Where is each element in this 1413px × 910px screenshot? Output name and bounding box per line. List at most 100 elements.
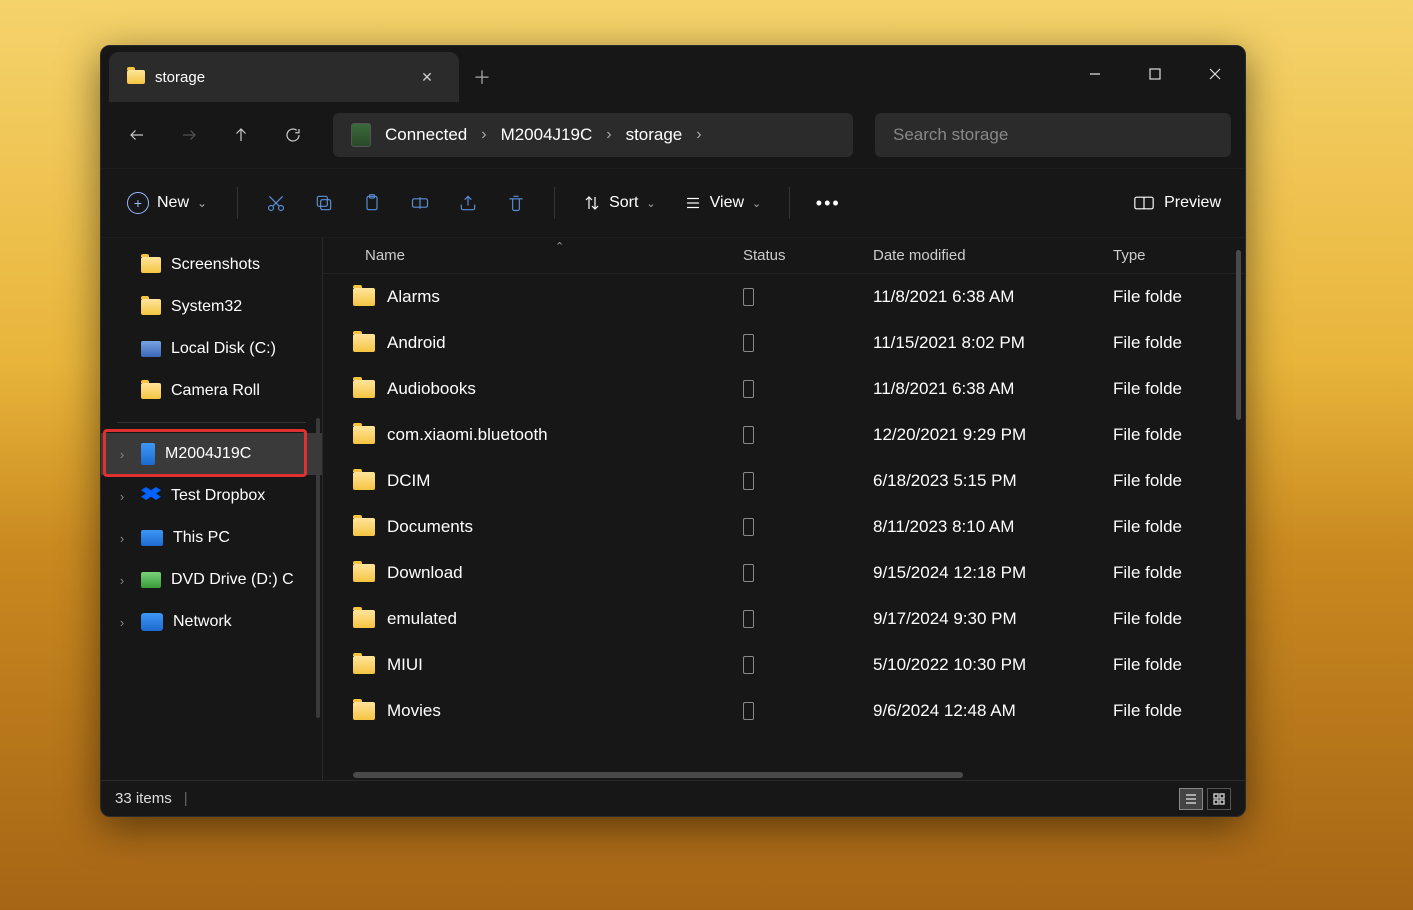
- table-row[interactable]: Download9/15/2024 12:18 PMFile folde: [323, 550, 1245, 596]
- vertical-scrollbar[interactable]: [1236, 250, 1241, 420]
- close-button[interactable]: [1185, 46, 1245, 102]
- chevron-right-icon[interactable]: ›: [481, 126, 486, 144]
- table-row[interactable]: Audiobooks11/8/2021 6:38 AMFile folde: [323, 366, 1245, 412]
- column-header-name[interactable]: Name: [323, 247, 743, 264]
- file-name: Audiobooks: [387, 379, 476, 399]
- phone-status-icon: [743, 288, 754, 306]
- view-switcher: [1179, 788, 1231, 810]
- share-button[interactable]: [448, 183, 488, 223]
- expand-chevron-icon[interactable]: ›: [113, 531, 131, 546]
- copy-button[interactable]: [304, 183, 344, 223]
- folder-icon: [353, 334, 375, 352]
- table-row[interactable]: DCIM6/18/2023 5:15 PMFile folde: [323, 458, 1245, 504]
- sidebar-item-label: M2004J19C: [165, 445, 251, 463]
- table-row[interactable]: com.xiaomi.bluetooth12/20/2021 9:29 PMFi…: [323, 412, 1245, 458]
- file-date: 11/8/2021 6:38 AM: [873, 379, 1113, 399]
- sidebar-item-label: System32: [171, 298, 242, 316]
- tab-storage[interactable]: storage ✕: [109, 52, 459, 102]
- file-date: 9/17/2024 9:30 PM: [873, 609, 1113, 629]
- folder-icon: [353, 472, 375, 490]
- folder-icon: [127, 70, 145, 84]
- chevron-right-icon[interactable]: ›: [696, 126, 701, 144]
- up-button[interactable]: [219, 113, 263, 157]
- file-name: Movies: [387, 701, 441, 721]
- folder-icon: [353, 518, 375, 536]
- expand-chevron-icon[interactable]: ›: [113, 573, 131, 588]
- sidebar-item-label: This PC: [173, 529, 230, 547]
- file-type: File folde: [1113, 563, 1245, 583]
- sidebar-item-this-pc[interactable]: › This PC: [101, 517, 322, 559]
- cut-button[interactable]: [256, 183, 296, 223]
- back-button[interactable]: [115, 113, 159, 157]
- rename-button[interactable]: [400, 183, 440, 223]
- sidebar-item-label: DVD Drive (D:) C: [171, 571, 294, 589]
- phone-status-icon: [743, 334, 754, 352]
- new-tab-button[interactable]: ＋: [459, 52, 505, 102]
- horizontal-scrollbar[interactable]: [353, 772, 1225, 780]
- breadcrumb-device[interactable]: M2004J19C: [501, 125, 593, 145]
- sidebar-item-test-dropbox[interactable]: ›Test Dropbox: [101, 475, 322, 517]
- sidebar-item-screenshots[interactable]: Screenshots: [101, 244, 322, 286]
- column-headers: Name Status Date modified Type: [323, 238, 1245, 274]
- plus-circle-icon: +: [127, 192, 149, 214]
- delete-button[interactable]: [496, 183, 536, 223]
- scrollbar[interactable]: [316, 418, 320, 718]
- sidebar-item-system32[interactable]: System32: [101, 286, 322, 328]
- file-name: Alarms: [387, 287, 440, 307]
- phone-status-icon: [743, 472, 754, 490]
- tab-close-icon[interactable]: ✕: [413, 69, 441, 86]
- sidebar-item-camera-roll[interactable]: Camera Roll: [101, 370, 322, 412]
- file-date: 5/10/2022 10:30 PM: [873, 655, 1113, 675]
- sort-indicator-icon: ⌃: [555, 240, 564, 253]
- chevron-down-icon: ⌄: [197, 196, 207, 210]
- forward-button[interactable]: [167, 113, 211, 157]
- sidebar-item-label: Screenshots: [171, 256, 260, 274]
- table-row[interactable]: MIUI5/10/2022 10:30 PMFile folde: [323, 642, 1245, 688]
- new-button[interactable]: + New ⌄: [115, 186, 219, 220]
- disk-icon: [141, 341, 161, 357]
- details-view-button[interactable]: [1179, 788, 1203, 810]
- table-row[interactable]: Alarms11/8/2021 6:38 AMFile folde: [323, 274, 1245, 320]
- sidebar-item-dvd-drive-d-c[interactable]: › DVD Drive (D:) C: [101, 559, 322, 601]
- search-input[interactable]: [875, 113, 1231, 157]
- expand-chevron-icon[interactable]: ›: [113, 447, 131, 462]
- phone-status-icon: [743, 518, 754, 536]
- preview-label: Preview: [1164, 194, 1221, 212]
- more-button[interactable]: •••: [808, 193, 848, 214]
- minimize-button[interactable]: [1065, 46, 1125, 102]
- breadcrumb[interactable]: Connected › M2004J19C › storage ›: [333, 113, 853, 157]
- status-bar: 33 items |: [101, 780, 1245, 816]
- column-header-date[interactable]: Date modified: [873, 247, 1113, 264]
- sort-button[interactable]: Sort ⌄: [573, 188, 666, 218]
- table-row[interactable]: Movies9/6/2024 12:48 AMFile folde: [323, 688, 1245, 734]
- sidebar-item-network[interactable]: ›Network: [101, 601, 322, 643]
- paste-button[interactable]: [352, 183, 392, 223]
- expand-chevron-icon[interactable]: ›: [113, 615, 131, 630]
- chevron-down-icon: ⌄: [752, 197, 761, 210]
- file-date: 6/18/2023 5:15 PM: [873, 471, 1113, 491]
- chevron-down-icon: ⌄: [646, 197, 655, 210]
- expand-chevron-icon[interactable]: ›: [113, 489, 131, 504]
- maximize-button[interactable]: [1125, 46, 1185, 102]
- file-date: 9/6/2024 12:48 AM: [873, 701, 1113, 721]
- phone-status-icon: [743, 656, 754, 674]
- table-row[interactable]: Documents8/11/2023 8:10 AMFile folde: [323, 504, 1245, 550]
- sidebar-item-m2004j19c[interactable]: › M2004J19C: [101, 433, 322, 475]
- preview-pane-button[interactable]: Preview: [1124, 188, 1231, 218]
- divider: [554, 187, 555, 219]
- chevron-right-icon[interactable]: ›: [606, 126, 611, 144]
- table-row[interactable]: emulated9/17/2024 9:30 PMFile folde: [323, 596, 1245, 642]
- phone-icon: [141, 443, 155, 465]
- file-date: 9/15/2024 12:18 PM: [873, 563, 1113, 583]
- breadcrumb-folder[interactable]: storage: [626, 125, 683, 145]
- file-date: 8/11/2023 8:10 AM: [873, 517, 1113, 537]
- view-button[interactable]: View ⌄: [674, 188, 772, 218]
- column-header-status[interactable]: Status: [743, 247, 873, 264]
- sidebar-item-local-disk-c-[interactable]: Local Disk (C:): [101, 328, 322, 370]
- refresh-button[interactable]: [271, 113, 315, 157]
- file-date: 12/20/2021 9:29 PM: [873, 425, 1113, 445]
- breadcrumb-root[interactable]: Connected: [385, 125, 467, 145]
- thumbnails-view-button[interactable]: [1207, 788, 1231, 810]
- column-header-type[interactable]: Type: [1113, 247, 1245, 264]
- table-row[interactable]: Android11/15/2021 8:02 PMFile folde: [323, 320, 1245, 366]
